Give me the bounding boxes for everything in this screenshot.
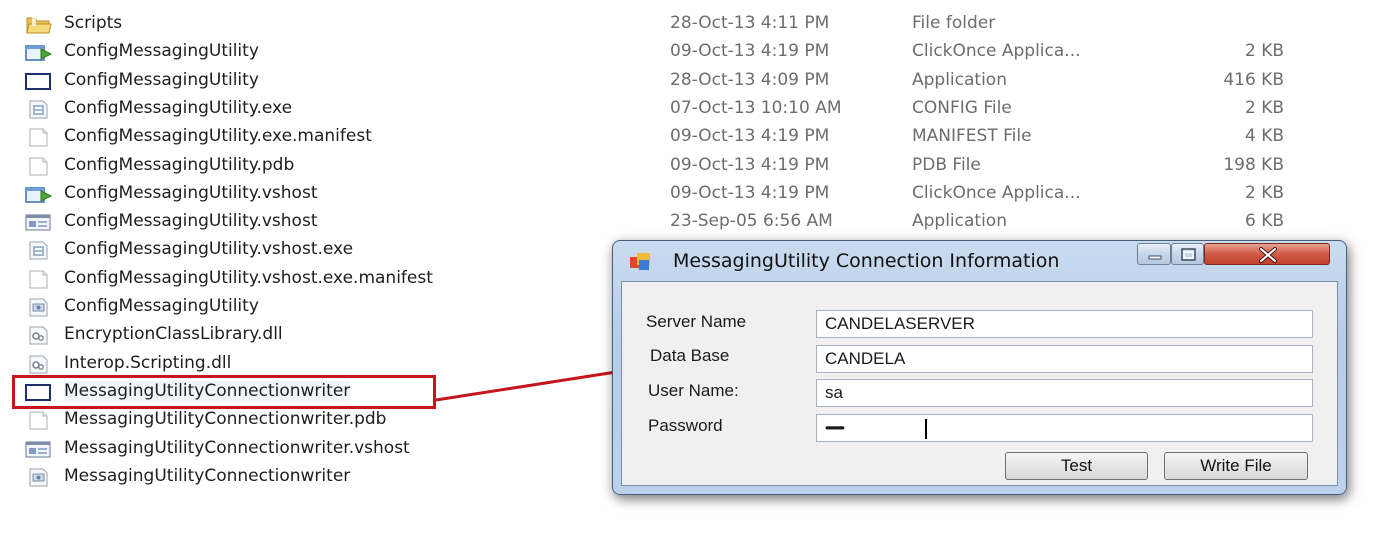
screenshot-stage: Scripts 28-Oct-13 4:11 PM File folder Confi… (0, 0, 1390, 535)
maximize-icon (1181, 248, 1196, 261)
database-input[interactable] (816, 345, 1313, 373)
close-button[interactable] (1204, 243, 1330, 265)
maximize-button[interactable] (1171, 243, 1204, 265)
password-label: Password (648, 416, 723, 435)
arrow-line (435, 370, 617, 402)
app-icon (630, 253, 650, 270)
dialog-client-area: Server Name Data Base User Name: Passwor… (621, 281, 1338, 486)
server-name-input[interactable] (816, 310, 1313, 338)
connection-info-dialog: MessagingUtility Connection Information … (612, 240, 1347, 495)
write-file-button[interactable]: Write File (1164, 452, 1308, 480)
dialog-title: MessagingUtility Connection Information (673, 250, 1060, 272)
text-caret (925, 419, 927, 439)
test-button[interactable]: Test (1005, 452, 1148, 480)
server-name-label: Server Name (646, 312, 747, 331)
user-name-label: User Name: (648, 381, 739, 400)
user-name-input[interactable] (816, 379, 1313, 407)
password-input[interactable] (816, 414, 1313, 442)
close-icon (1259, 247, 1277, 263)
database-label: Data Base (650, 346, 730, 365)
minimize-icon (1148, 255, 1162, 260)
minimize-button[interactable] (1137, 243, 1171, 265)
